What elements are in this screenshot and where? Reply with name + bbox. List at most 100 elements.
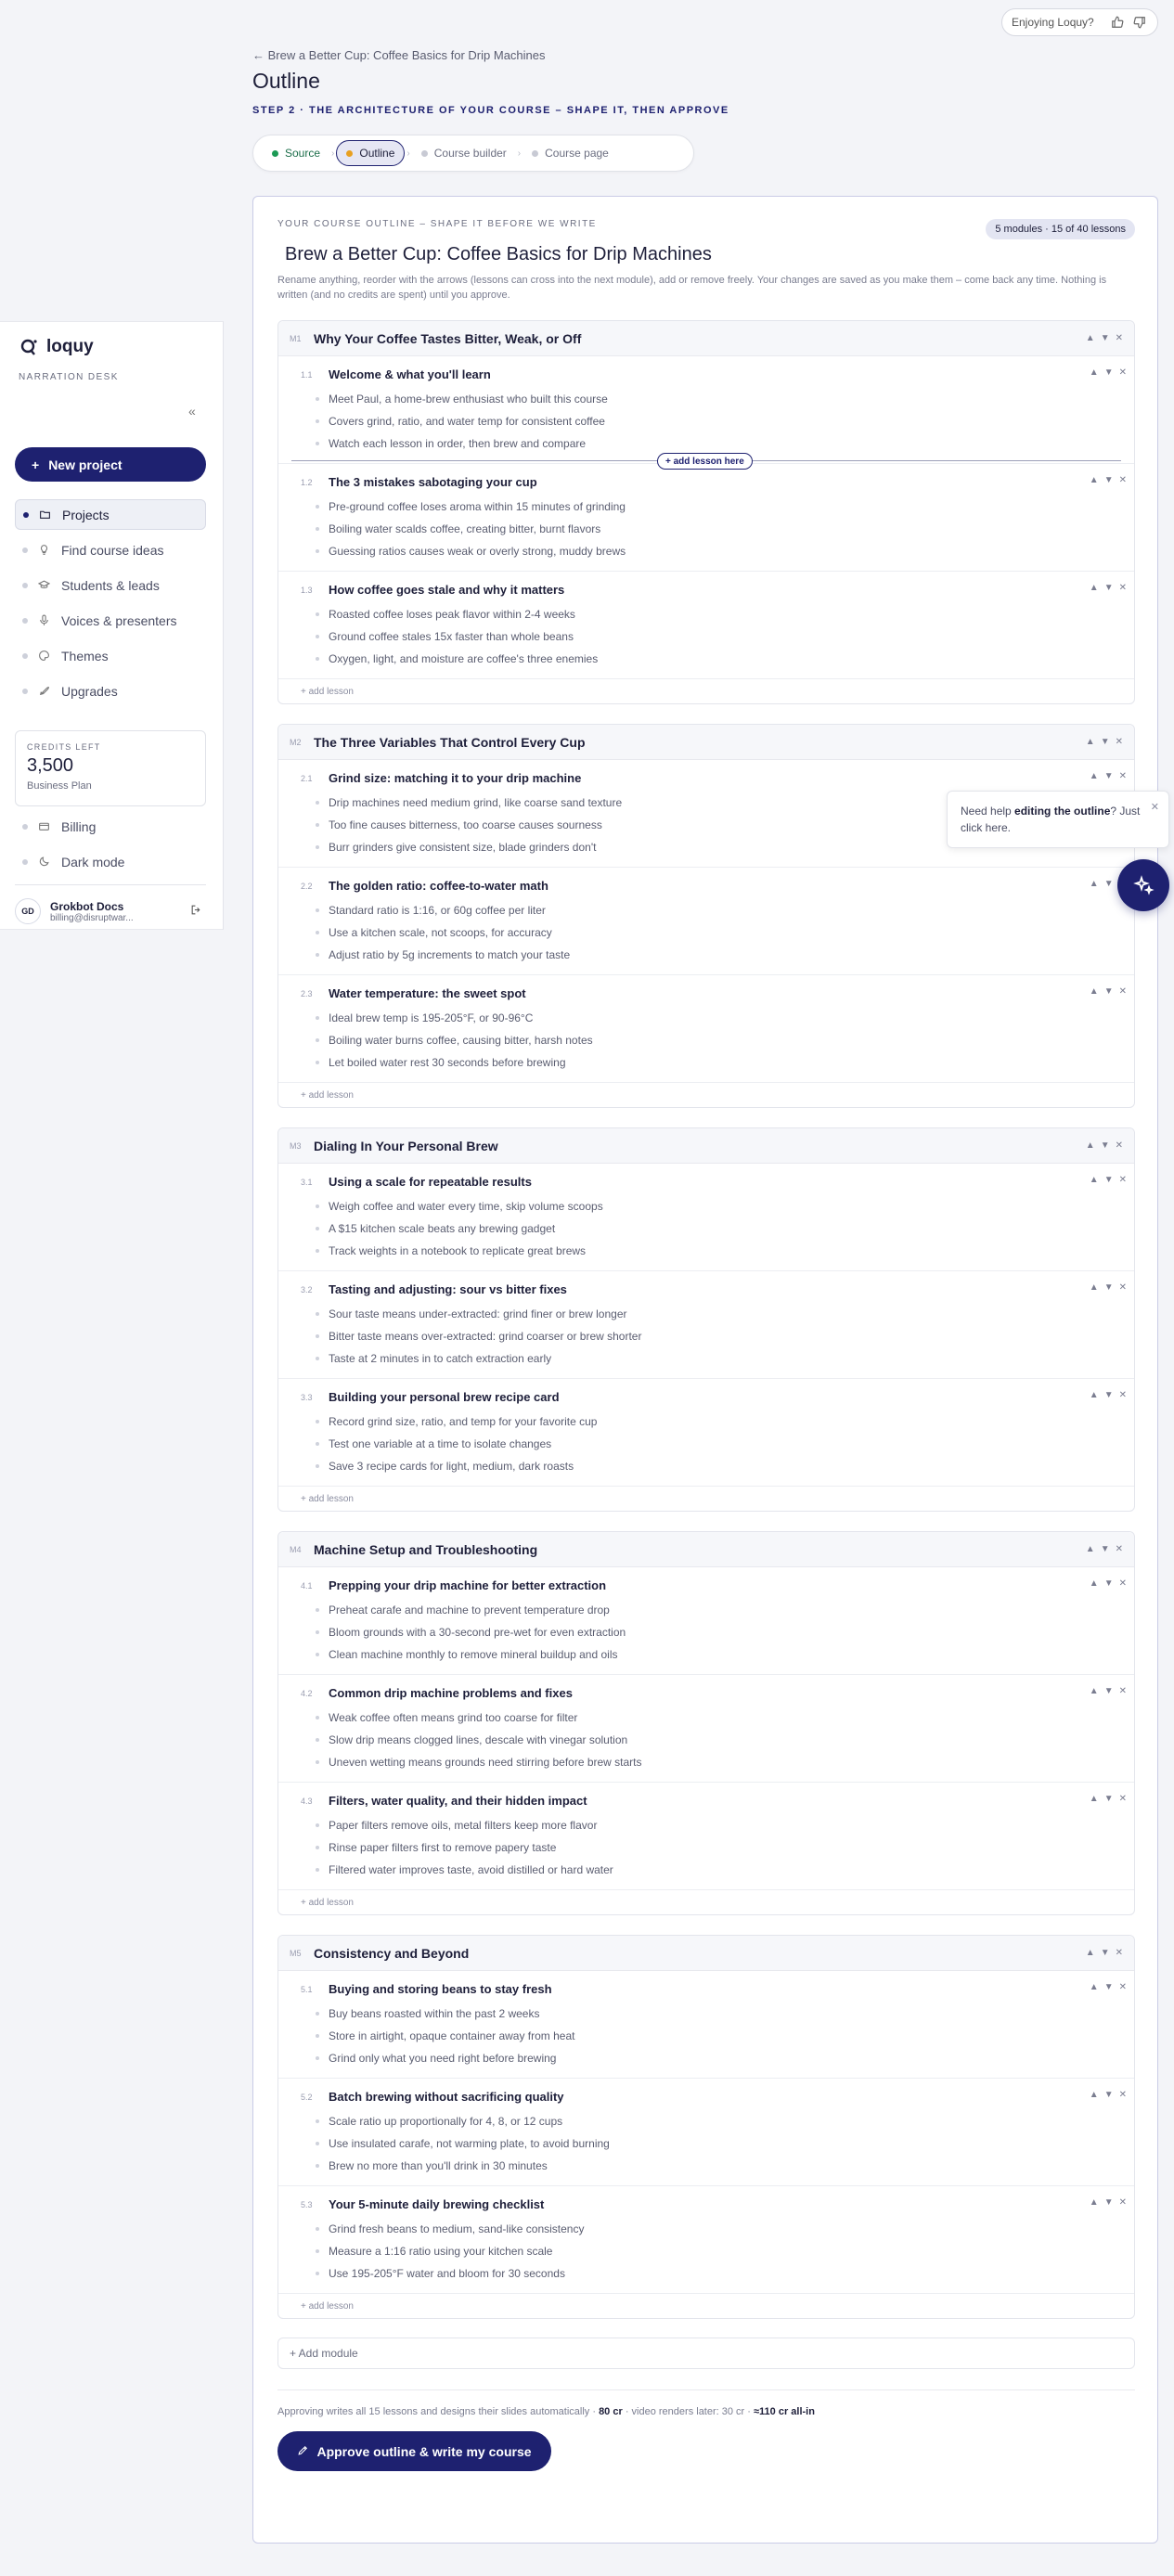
collapse-sidebar-button[interactable]: « — [188, 404, 196, 419]
delete-icon[interactable]: ✕ — [1116, 333, 1123, 343]
lesson-title[interactable]: Water temperature: the sweet spot — [329, 986, 526, 1000]
lesson-point[interactable]: Covers grind, ratio, and water temp for … — [316, 415, 605, 428]
lesson-point[interactable]: Uneven wetting means grounds need stirri… — [316, 1756, 642, 1769]
close-icon[interactable]: ✕ — [1151, 799, 1159, 816]
delete-icon[interactable]: ✕ — [1119, 1282, 1127, 1293]
lesson-point[interactable]: Grind only what you need right before br… — [316, 2052, 556, 2065]
lesson-point[interactable]: Boiling water scalds coffee, creating bi… — [316, 522, 600, 535]
delete-icon[interactable]: ✕ — [1119, 1794, 1127, 1804]
add-lesson-button[interactable]: + add lesson — [278, 2294, 1134, 2318]
sidebar-item-projects[interactable]: Projects — [15, 499, 206, 530]
move-up-icon[interactable]: ▲ — [1090, 771, 1099, 781]
move-up-icon[interactable]: ▲ — [1090, 367, 1099, 378]
lesson-title[interactable]: Your 5-minute daily brewing checklist — [329, 2197, 544, 2211]
lesson-point[interactable]: Use 195-205°F water and bloom for 30 sec… — [316, 2267, 565, 2280]
delete-icon[interactable]: ✕ — [1119, 771, 1127, 781]
move-down-icon[interactable]: ▼ — [1104, 986, 1114, 997]
move-up-icon[interactable]: ▲ — [1090, 1282, 1099, 1293]
lesson-point[interactable]: Test one variable at a time to isolate c… — [316, 1437, 551, 1450]
lesson-point[interactable]: Record grind size, ratio, and temp for y… — [316, 1415, 597, 1428]
lesson-point[interactable]: Drip machines need medium grind, like co… — [316, 796, 622, 809]
move-down-icon[interactable]: ▼ — [1101, 1948, 1110, 1958]
move-down-icon[interactable]: ▼ — [1101, 333, 1110, 343]
help-tooltip[interactable]: Need help editing the outline? Just clic… — [947, 791, 1169, 848]
delete-icon[interactable]: ✕ — [1119, 583, 1127, 593]
lesson-title[interactable]: Prepping your drip machine for better ex… — [329, 1578, 606, 1592]
new-project-button[interactable]: + New project — [15, 447, 206, 482]
delete-icon[interactable]: ✕ — [1119, 475, 1127, 485]
lesson-point[interactable]: Weak coffee often means grind too coarse… — [316, 1711, 577, 1724]
sidebar-item-dark-mode[interactable]: Dark mode — [15, 846, 206, 877]
lesson-point[interactable]: Oxygen, light, and moisture are coffee's… — [316, 652, 598, 665]
delete-icon[interactable]: ✕ — [1119, 1175, 1127, 1185]
lesson-point[interactable]: Let boiled water rest 30 seconds before … — [316, 1056, 566, 1069]
delete-icon[interactable]: ✕ — [1119, 1578, 1127, 1589]
delete-icon[interactable]: ✕ — [1116, 1948, 1123, 1958]
move-up-icon[interactable]: ▲ — [1090, 879, 1099, 889]
move-down-icon[interactable]: ▼ — [1101, 737, 1110, 747]
lesson-point[interactable]: Bloom grounds with a 30-second pre-wet f… — [316, 1626, 626, 1639]
move-down-icon[interactable]: ▼ — [1104, 2090, 1114, 2100]
lesson-point[interactable]: Filtered water improves taste, avoid dis… — [316, 1863, 613, 1876]
move-down-icon[interactable]: ▼ — [1104, 1175, 1114, 1185]
move-down-icon[interactable]: ▼ — [1104, 1390, 1114, 1400]
lesson-title[interactable]: Common drip machine problems and fixes — [329, 1686, 573, 1700]
lesson-point[interactable]: Grind fresh beans to medium, sand-like c… — [316, 2222, 584, 2235]
move-down-icon[interactable]: ▼ — [1104, 1578, 1114, 1589]
lesson-title[interactable]: Building your personal brew recipe card — [329, 1390, 560, 1404]
module-title[interactable]: The Three Variables That Control Every C… — [314, 735, 586, 750]
thumbs-up-icon[interactable] — [1109, 14, 1126, 31]
lesson-title[interactable]: The golden ratio: coffee-to-water math — [329, 879, 548, 893]
sidebar-item-find-course-ideas[interactable]: Find course ideas — [15, 535, 206, 565]
lesson-title[interactable]: The 3 mistakes sabotaging your cup — [329, 475, 537, 489]
move-down-icon[interactable]: ▼ — [1104, 2197, 1114, 2208]
delete-icon[interactable]: ✕ — [1119, 1686, 1127, 1696]
sidebar-item-upgrades[interactable]: Upgrades — [15, 676, 206, 706]
lesson-point[interactable]: Brew no more than you'll drink in 30 min… — [316, 2159, 548, 2172]
lesson-point[interactable]: Rinse paper filters first to remove pape… — [316, 1841, 556, 1854]
move-up-icon[interactable]: ▲ — [1090, 583, 1099, 593]
step-course-builder[interactable]: Course builder — [412, 140, 516, 166]
lesson-point[interactable]: Ideal brew temp is 195-205°F, or 90-96°C — [316, 1011, 533, 1024]
lesson-point[interactable]: Too fine causes bitterness, too coarse c… — [316, 818, 602, 831]
lesson-point[interactable]: Preheat carafe and machine to prevent te… — [316, 1604, 610, 1616]
add-lesson-button[interactable]: + add lesson — [278, 1890, 1134, 1914]
delete-icon[interactable]: ✕ — [1119, 2090, 1127, 2100]
lesson-title[interactable]: Using a scale for repeatable results — [329, 1175, 532, 1189]
delete-icon[interactable]: ✕ — [1119, 2197, 1127, 2208]
delete-icon[interactable]: ✕ — [1116, 737, 1123, 747]
lesson-point[interactable]: Ground coffee stales 15x faster than who… — [316, 630, 574, 643]
module-title[interactable]: Consistency and Beyond — [314, 1946, 469, 1961]
lesson-point[interactable]: Save 3 recipe cards for light, medium, d… — [316, 1460, 574, 1473]
approve-outline-button[interactable]: Approve outline & write my course — [277, 2431, 551, 2471]
lesson-point[interactable]: Buy beans roasted within the past 2 week… — [316, 2007, 539, 2020]
lesson-point[interactable]: Use insulated carafe, not warming plate,… — [316, 2137, 610, 2150]
thumbs-down-icon[interactable] — [1131, 14, 1148, 31]
move-down-icon[interactable]: ▼ — [1104, 879, 1114, 889]
move-up-icon[interactable]: ▲ — [1090, 1578, 1099, 1589]
delete-icon[interactable]: ✕ — [1119, 1390, 1127, 1400]
delete-icon[interactable]: ✕ — [1116, 1544, 1123, 1554]
move-down-icon[interactable]: ▼ — [1104, 1686, 1114, 1696]
lesson-point[interactable]: Adjust ratio by 5g increments to match y… — [316, 948, 570, 961]
delete-icon[interactable]: ✕ — [1119, 1982, 1127, 1992]
move-down-icon[interactable]: ▼ — [1101, 1140, 1110, 1151]
course-title[interactable]: Brew a Better Cup: Coffee Basics for Dri… — [285, 244, 712, 265]
lesson-title[interactable]: Grind size: matching it to your drip mac… — [329, 771, 581, 785]
lesson-point[interactable]: Taste at 2 minutes in to catch extractio… — [316, 1352, 551, 1365]
move-down-icon[interactable]: ▼ — [1104, 367, 1114, 378]
move-up-icon[interactable]: ▲ — [1086, 333, 1095, 343]
lesson-point[interactable]: Standard ratio is 1:16, or 60g coffee pe… — [316, 904, 546, 917]
move-up-icon[interactable]: ▲ — [1090, 2090, 1099, 2100]
move-up-icon[interactable]: ▲ — [1090, 1390, 1099, 1400]
sidebar-item-billing[interactable]: Billing — [15, 811, 206, 842]
move-down-icon[interactable]: ▼ — [1104, 1794, 1114, 1804]
move-up-icon[interactable]: ▲ — [1090, 1982, 1099, 1992]
step-outline[interactable]: Outline — [336, 140, 406, 166]
lesson-title[interactable]: Batch brewing without sacrificing qualit… — [329, 2090, 564, 2104]
move-up-icon[interactable]: ▲ — [1086, 1140, 1095, 1151]
delete-icon[interactable]: ✕ — [1119, 367, 1127, 378]
move-up-icon[interactable]: ▲ — [1090, 1794, 1099, 1804]
move-down-icon[interactable]: ▼ — [1104, 475, 1114, 485]
brand-logo[interactable]: loquy — [20, 337, 94, 357]
